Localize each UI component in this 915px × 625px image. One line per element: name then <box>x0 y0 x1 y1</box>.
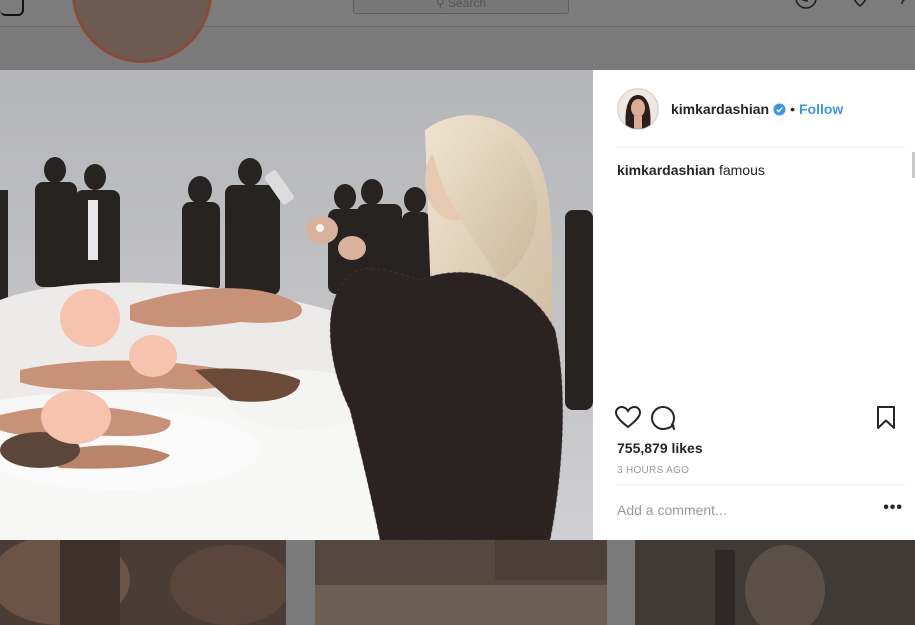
action-bar <box>615 406 905 432</box>
likes-count[interactable]: 755,879 likes <box>617 440 703 456</box>
divider <box>617 147 905 148</box>
separator-dot: • <box>790 101 795 117</box>
grid-thumbnail[interactable] <box>315 540 607 625</box>
verified-badge-icon <box>773 102 786 116</box>
follow-button[interactable]: Follow <box>799 101 843 117</box>
profile-avatar-ring <box>72 0 212 63</box>
divider <box>617 484 905 485</box>
comment-icon[interactable] <box>651 406 677 430</box>
post-modal: kimkardashian • Follow kimkardashian fam… <box>0 70 915 540</box>
post-username[interactable]: kimkardashian <box>671 101 769 117</box>
caption-username[interactable]: kimkardashian <box>617 162 715 178</box>
caption-text: famous <box>718 162 765 178</box>
avatar-image <box>618 89 658 129</box>
instagram-logo-icon[interactable] <box>0 0 24 16</box>
post-caption: kimkardashian famous <box>617 162 765 178</box>
comment-input[interactable] <box>617 502 857 518</box>
grid-thumbnail[interactable] <box>0 540 286 625</box>
post-timestamp[interactable]: 3 HOURS AGO <box>617 465 689 476</box>
search-icon: ⚲ <box>435 0 449 10</box>
compass-icon[interactable] <box>794 0 818 14</box>
heart-icon[interactable] <box>848 0 872 14</box>
search-box[interactable]: ⚲ Search <box>353 0 569 14</box>
avatar[interactable] <box>617 88 659 130</box>
more-options-icon[interactable]: ••• <box>883 500 903 516</box>
post-photo[interactable] <box>0 70 593 540</box>
grid-thumbnail[interactable] <box>635 540 915 625</box>
post-photo-illustration <box>0 70 593 540</box>
search-placeholder: Search <box>448 0 487 10</box>
post-side-panel: kimkardashian • Follow kimkardashian fam… <box>593 70 915 540</box>
like-heart-icon[interactable] <box>615 406 641 430</box>
post-header: kimkardashian • Follow <box>617 88 843 130</box>
user-icon[interactable] <box>900 0 915 14</box>
bookmark-icon[interactable] <box>876 406 896 430</box>
